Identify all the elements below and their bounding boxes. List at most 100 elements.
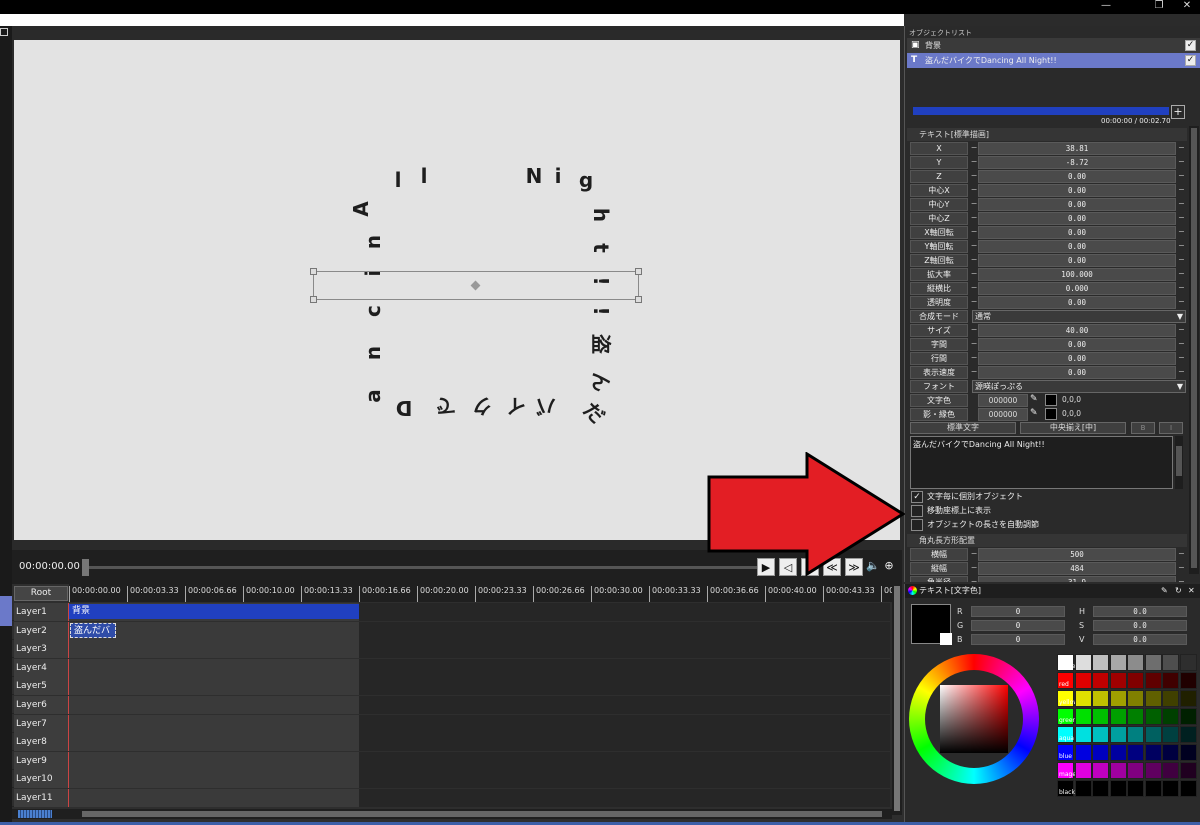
palette-swatch[interactable]	[1074, 690, 1092, 707]
property-name[interactable]: Y軸回転	[910, 240, 968, 253]
palette-swatch[interactable]	[1109, 726, 1127, 743]
object-item-bg[interactable]: ▣ 背景 ✓	[907, 38, 1200, 53]
timeline-vscroll[interactable]	[892, 584, 902, 815]
time-ruler[interactable]: 00:00:00.00 00:00:03.33 00:00:06.66 00:00:1…	[69, 584, 892, 602]
decrement-button[interactable]: −	[970, 282, 978, 295]
layer-track[interactable]	[69, 770, 890, 789]
property-name[interactable]: サイズ	[910, 324, 968, 337]
property-name[interactable]: 中心X	[910, 184, 968, 197]
palette-swatch[interactable]	[1144, 690, 1162, 707]
property-name[interactable]: 拡大率	[910, 268, 968, 281]
decrement-button[interactable]: −	[970, 268, 978, 281]
panel-icon[interactable]	[0, 28, 8, 36]
decrement-button[interactable]: −	[970, 576, 978, 582]
palette-swatch[interactable]	[1144, 708, 1162, 725]
handle-tl[interactable]	[310, 268, 317, 275]
property-name[interactable]: X	[910, 142, 968, 155]
decrement-button[interactable]: −	[970, 562, 978, 575]
palette-swatch[interactable]: white	[1057, 654, 1075, 671]
property-value[interactable]: 38.81	[978, 142, 1176, 155]
property-value[interactable]: 0.00	[978, 296, 1176, 309]
auto-length-checkbox[interactable]: オブジェクトの長さを自動調節	[911, 519, 1171, 532]
property-value[interactable]: 31.9	[978, 576, 1176, 582]
decrement-button[interactable]: −	[970, 212, 978, 225]
visible-checkbox[interactable]: ✓	[1185, 55, 1196, 66]
section-rounded-rect[interactable]: 角丸長方形配置	[907, 534, 1187, 547]
decrement-button[interactable]: −	[970, 296, 978, 309]
increment-button[interactable]: −	[1178, 324, 1186, 337]
text-scrollbar[interactable]	[1175, 436, 1183, 489]
increment-button[interactable]: −	[1178, 338, 1186, 351]
property-name[interactable]: 字間	[910, 338, 968, 351]
palette-swatch[interactable]	[1162, 690, 1179, 707]
clip-text[interactable]: 盗んだバイク	[70, 622, 116, 651]
increment-button[interactable]: −	[1178, 366, 1186, 379]
layer-label[interactable]: Layer9	[14, 751, 69, 770]
property-value[interactable]: 0.00	[978, 352, 1176, 365]
shadow-color-swatch[interactable]	[1045, 408, 1057, 420]
decrement-button[interactable]: −	[970, 156, 978, 169]
palette-swatch[interactable]	[1127, 762, 1144, 779]
increment-button[interactable]: −	[1178, 548, 1186, 561]
palette-swatch[interactable]: yellow	[1057, 690, 1078, 707]
increment-button[interactable]: −	[1178, 212, 1186, 225]
property-value[interactable]: 0.00	[978, 226, 1176, 239]
handle-tr[interactable]	[635, 268, 642, 275]
palette-swatch[interactable]	[1162, 762, 1179, 779]
text-content-input[interactable]: 盗んだバイクでDancing All Night!!	[910, 436, 1173, 489]
palette-swatch[interactable]	[1074, 762, 1092, 779]
decrement-button[interactable]: −	[970, 142, 978, 155]
green-value[interactable]: 0	[971, 620, 1065, 631]
layer-track[interactable]: 盗んだバイク	[69, 621, 890, 651]
palette-swatch[interactable]: aqua	[1057, 726, 1074, 743]
text-style-button[interactable]: 標準文字	[910, 422, 1016, 434]
palette-swatch[interactable]	[1109, 654, 1127, 671]
palette-swatch[interactable]	[1127, 672, 1144, 689]
layer-label[interactable]: Layer10	[14, 770, 69, 789]
palette-swatch[interactable]	[1074, 780, 1092, 797]
property-value[interactable]: 0.00	[978, 240, 1176, 253]
palette-swatch[interactable]	[1127, 690, 1144, 707]
property-name[interactable]: Y	[910, 156, 968, 169]
property-name[interactable]: 縦幅	[910, 562, 968, 575]
layer-track[interactable]	[69, 677, 890, 696]
property-name[interactable]: X軸回転	[910, 226, 968, 239]
handle-bl[interactable]	[310, 296, 317, 303]
increment-button[interactable]: −	[1178, 142, 1186, 155]
palette-swatch[interactable]	[1179, 708, 1197, 725]
maximize-button[interactable]: ❐	[1148, 0, 1170, 14]
shadow-color-value[interactable]: 000000	[978, 408, 1028, 421]
property-value[interactable]: 0.00	[978, 170, 1176, 183]
palette-swatch[interactable]	[1179, 744, 1197, 761]
property-value[interactable]: -8.72	[978, 156, 1176, 169]
layer-track[interactable]	[69, 658, 890, 677]
palette-swatch[interactable]	[1144, 654, 1162, 671]
decrement-button[interactable]: −	[970, 184, 978, 197]
layer-track[interactable]: 背景	[69, 603, 890, 621]
hue-wheel[interactable]	[909, 654, 1039, 784]
property-value[interactable]: 0.00	[978, 212, 1176, 225]
property-value[interactable]: 0.00	[978, 254, 1176, 267]
palette-swatch[interactable]	[1109, 780, 1127, 797]
palette-swatch[interactable]: magen	[1057, 762, 1080, 779]
property-name[interactable]: 縦横比	[910, 282, 968, 295]
increment-button[interactable]: −	[1178, 156, 1186, 169]
handle-br[interactable]	[635, 296, 642, 303]
checkbox-box[interactable]: ✓	[911, 491, 923, 503]
decrement-button[interactable]: −	[970, 240, 978, 253]
layer-label[interactable]: Layer1	[14, 603, 69, 621]
layer-track[interactable]	[69, 696, 890, 714]
selection-box[interactable]	[310, 268, 642, 303]
decrement-button[interactable]: −	[970, 198, 978, 211]
blue-value[interactable]: 0	[971, 634, 1065, 645]
decrement-button[interactable]: −	[970, 170, 978, 183]
property-name[interactable]: 中心Z	[910, 212, 968, 225]
layer-label[interactable]: Layer7	[14, 714, 69, 733]
shadow-color-label[interactable]: 影・縁色	[910, 408, 968, 421]
checkbox-box[interactable]	[911, 519, 923, 531]
object-time-bar[interactable]	[913, 107, 1169, 115]
align-button[interactable]: 中央揃え[中]	[1020, 422, 1126, 434]
palette-swatch[interactable]: blue	[1057, 744, 1074, 761]
layer-label[interactable]: Layer2	[14, 621, 69, 640]
palette-swatch[interactable]	[1179, 780, 1197, 797]
